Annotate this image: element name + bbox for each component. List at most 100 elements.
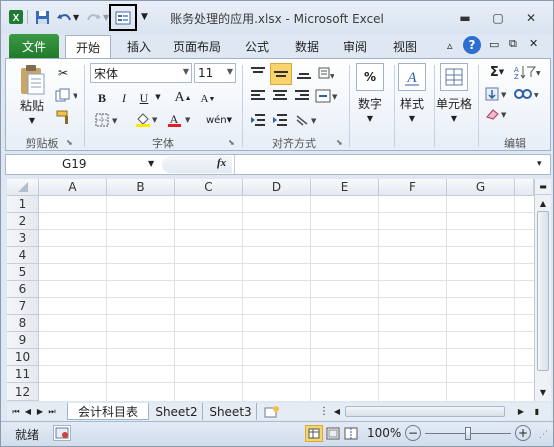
cells-button[interactable]: 单元格 [434, 95, 474, 111]
zoom-out-button[interactable]: − [405, 425, 421, 441]
align-right-icon[interactable] [292, 87, 312, 105]
fill-color-icon[interactable]: ▼ [134, 111, 160, 129]
vertical-scrollbar[interactable]: ▬ ▲ ▼ [534, 179, 551, 401]
align-bottom-icon[interactable] [294, 63, 314, 83]
row-header[interactable]: 10 [7, 349, 39, 366]
column-header[interactable]: C [175, 179, 243, 196]
row-header[interactable]: 11 [7, 366, 39, 383]
scroll-right-icon[interactable]: ▶ [515, 403, 527, 420]
scroll-split-icon[interactable]: ▬ [535, 179, 551, 195]
grow-font-button[interactable]: A ▲ [174, 89, 192, 107]
wb-close-icon[interactable]: ✕ [529, 37, 538, 50]
restore-icon[interactable]: ▢ [486, 9, 510, 27]
italic-button[interactable]: I [116, 89, 132, 107]
select-all-corner[interactable] [7, 179, 39, 196]
alignment-launcher-icon[interactable]: ⬊ [336, 138, 343, 147]
column-header[interactable]: F [379, 179, 447, 196]
column-header[interactable]: D [243, 179, 311, 196]
borders-icon[interactable]: ▼ [94, 111, 120, 129]
paste-button[interactable]: 粘贴 [12, 97, 52, 113]
sheet-tab[interactable]: Sheet2 [151, 403, 203, 420]
wb-minimize-icon[interactable]: ▭ [489, 38, 499, 51]
zoom-in-button[interactable]: + [515, 425, 531, 441]
styles-button[interactable]: 样式 [394, 95, 430, 111]
row-header[interactable]: 3 [7, 230, 39, 247]
tab-home[interactable]: 开始 [65, 35, 111, 59]
row-header[interactable]: 5 [7, 264, 39, 281]
row-header[interactable]: 8 [7, 315, 39, 332]
name-box[interactable]: G19 [8, 157, 158, 172]
tab-insert[interactable]: 插入 [119, 34, 159, 58]
bold-button[interactable]: B [94, 89, 110, 107]
tab-review[interactable]: 审阅 [337, 34, 373, 58]
orientation-icon[interactable]: ▼ [316, 63, 336, 83]
sheet-tab-active[interactable]: 会计科目表 [67, 403, 149, 420]
zoom-level[interactable]: 100% [367, 426, 401, 440]
column-header-partial[interactable] [515, 179, 534, 196]
resize-grip-icon[interactable]: ⋰ [539, 430, 548, 440]
scroll-left-icon[interactable]: ◀ [331, 403, 343, 420]
number-format-button[interactable]: % [356, 63, 384, 91]
align-top-icon[interactable] [248, 63, 268, 83]
underline-dropdown-icon[interactable]: ▼ [154, 93, 162, 101]
scroll-down-icon[interactable]: ▼ [535, 385, 551, 399]
clear-icon[interactable]: ▼ [484, 105, 510, 123]
number-button[interactable]: 数字 [352, 95, 388, 111]
underline-button[interactable]: U [136, 89, 152, 107]
column-header[interactable]: B [107, 179, 175, 196]
page-break-view-icon[interactable] [343, 426, 359, 442]
macro-record-icon[interactable] [53, 425, 71, 441]
horizontal-scroll-thumb[interactable] [345, 406, 505, 417]
minimize-ribbon-icon[interactable]: ▵ [447, 39, 453, 52]
merge-center-icon[interactable]: ▼ [314, 87, 340, 105]
row-header[interactable]: 4 [7, 247, 39, 264]
sort-filter-icon[interactable]: A Z ▼ [512, 63, 542, 81]
align-center-icon[interactable] [270, 87, 290, 105]
sheet-tab[interactable]: Sheet3 [205, 403, 257, 420]
cells-dropdown-icon[interactable]: ▼ [446, 113, 462, 123]
increase-indent-icon[interactable] [270, 111, 290, 129]
column-header[interactable]: E [311, 179, 379, 196]
tab-split-handle[interactable]: ⋮ [319, 403, 329, 420]
row-header[interactable]: 12 [7, 383, 39, 401]
row-header[interactable]: 9 [7, 332, 39, 349]
tab-page-layout[interactable]: 页面布局 [169, 34, 225, 58]
clipboard-launcher-icon[interactable]: ⬊ [66, 138, 73, 147]
find-select-icon[interactable]: ▼ [512, 85, 542, 103]
copy-icon[interactable]: ▼ [54, 87, 78, 103]
cut-icon[interactable]: ✂ [54, 65, 72, 81]
column-header[interactable]: A [39, 179, 107, 196]
hscroll-split-icon[interactable]: ▮ [531, 403, 543, 420]
phonetic-button[interactable]: wén ▼ [204, 111, 234, 129]
shrink-font-button[interactable]: A ▼ [200, 91, 216, 107]
scroll-thumb[interactable] [537, 211, 549, 371]
name-box-chevron-down-icon[interactable]: ▼ [148, 159, 154, 168]
styles-dropdown-icon[interactable]: ▼ [404, 113, 420, 123]
worksheet-grid[interactable]: A B C D E F G 1 2 3 4 5 6 7 8 9 10 11 12 [7, 179, 534, 401]
paste-icon[interactable] [14, 63, 50, 97]
tab-file[interactable]: 文件 [9, 34, 59, 58]
prev-sheet-icon[interactable]: ◀ [23, 403, 33, 420]
scroll-up-icon[interactable]: ▲ [535, 196, 551, 210]
number-dropdown-icon[interactable]: ▼ [362, 113, 378, 123]
help-icon[interactable]: ? [463, 36, 481, 54]
row-header[interactable]: 7 [7, 298, 39, 315]
insert-function-icon[interactable]: fx [217, 157, 226, 169]
align-left-icon[interactable] [248, 87, 268, 105]
insert-sheet-icon[interactable] [261, 403, 283, 420]
minimize-icon[interactable]: ▬ [453, 9, 477, 27]
tab-view[interactable]: 视图 [387, 34, 423, 58]
first-sheet-icon[interactable]: ⏮ [11, 403, 21, 420]
font-launcher-icon[interactable]: ⬊ [228, 138, 235, 147]
format-painter-icon[interactable] [54, 109, 72, 125]
styles-icon[interactable]: A [398, 63, 426, 91]
tab-formulas[interactable]: 公式 [239, 34, 275, 58]
page-layout-view-icon[interactable] [325, 426, 341, 442]
row-header[interactable]: 1 [7, 196, 39, 213]
wb-restore-icon[interactable]: ⧉ [509, 37, 517, 51]
fill-icon[interactable]: ▼ [484, 85, 510, 103]
close-icon[interactable]: ✕ [519, 9, 543, 27]
row-header[interactable]: 2 [7, 213, 39, 230]
font-color-icon[interactable]: A ▼ [166, 111, 194, 129]
formula-input[interactable] [234, 155, 540, 174]
